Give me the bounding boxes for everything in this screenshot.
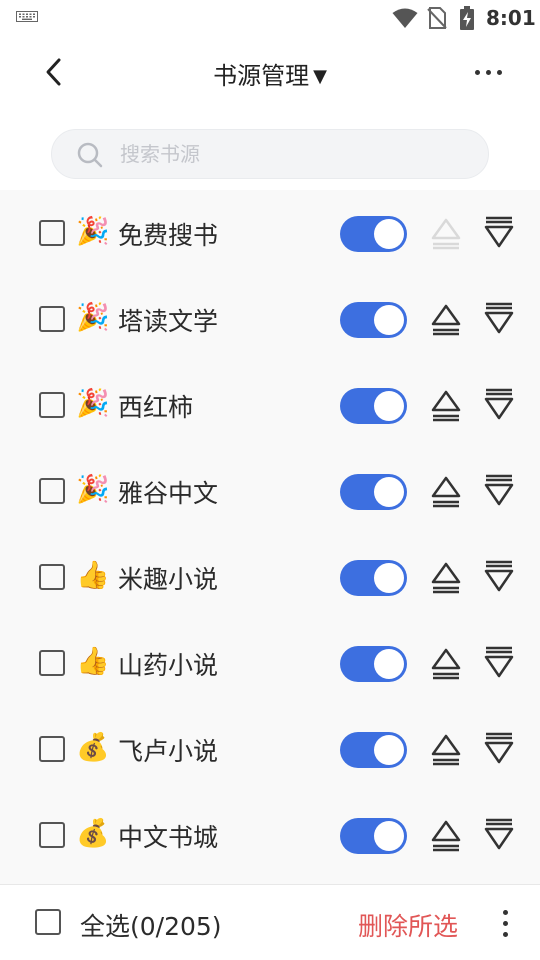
no-sim-icon <box>427 7 447 29</box>
dot-icon <box>474 69 480 75</box>
row-checkbox[interactable] <box>39 736 65 762</box>
row-checkbox[interactable] <box>39 220 65 246</box>
source-row: 💰 中文书城 <box>0 792 540 878</box>
move-top-icon[interactable] <box>430 560 462 594</box>
move-top-icon[interactable] <box>430 302 462 336</box>
move-bottom-icon[interactable] <box>483 646 515 680</box>
row-checkbox[interactable] <box>39 478 65 504</box>
money-bag-icon: 💰 <box>76 732 110 763</box>
move-bottom-icon[interactable] <box>483 302 515 336</box>
move-bottom-icon[interactable] <box>483 732 515 766</box>
move-top-icon[interactable] <box>430 646 462 680</box>
bottom-action-bar: 全选(0/205) 删除所选 <box>0 884 540 960</box>
toggle-knob <box>374 735 404 765</box>
dot-icon <box>485 69 491 75</box>
enable-toggle[interactable] <box>340 560 407 596</box>
caret-down-icon: ▼ <box>313 66 327 87</box>
toggle-knob <box>374 649 404 679</box>
party-popper-icon: 🎉 <box>76 216 110 247</box>
row-checkbox[interactable] <box>39 564 65 590</box>
party-popper-icon: 🎉 <box>76 302 110 333</box>
enable-toggle[interactable] <box>340 646 407 682</box>
overflow-menu-button[interactable] <box>492 905 518 941</box>
move-bottom-icon[interactable] <box>483 474 515 508</box>
enable-toggle[interactable] <box>340 732 407 768</box>
source-row: 👍 米趣小说 <box>0 534 540 620</box>
delete-selected-button[interactable]: 删除所选 <box>358 907 458 943</box>
toggle-knob <box>374 305 404 335</box>
enable-toggle[interactable] <box>340 302 407 338</box>
move-bottom-icon[interactable] <box>483 560 515 594</box>
toggle-knob <box>374 477 404 507</box>
search-box[interactable] <box>51 129 489 179</box>
dot-icon <box>502 909 508 915</box>
search-input[interactable] <box>120 130 460 178</box>
title-dropdown[interactable]: 书源管理 ▼ <box>0 56 540 91</box>
enable-toggle[interactable] <box>340 818 407 854</box>
source-row: 🎉 西红柿 <box>0 362 540 448</box>
toggle-knob <box>374 821 404 851</box>
toggle-knob <box>374 391 404 421</box>
enable-toggle[interactable] <box>340 388 407 424</box>
source-name: 山药小说 <box>118 651 219 680</box>
row-checkbox[interactable] <box>39 306 65 332</box>
source-name: 中文书城 <box>118 823 219 852</box>
search-icon <box>77 142 103 168</box>
move-bottom-icon[interactable] <box>483 388 515 422</box>
battery-charging-icon <box>460 6 474 30</box>
dot-icon <box>502 920 508 926</box>
move-top-icon[interactable] <box>430 474 462 508</box>
enable-toggle[interactable] <box>340 216 407 252</box>
toggle-knob <box>374 219 404 249</box>
move-bottom-icon[interactable] <box>483 216 515 250</box>
move-top-icon[interactable] <box>430 818 462 852</box>
source-row: 👍 山药小说 <box>0 620 540 706</box>
money-bag-icon: 💰 <box>76 818 110 849</box>
dot-icon <box>496 69 502 75</box>
row-checkbox[interactable] <box>39 392 65 418</box>
wifi-icon <box>392 8 418 28</box>
source-name: 飞卢小说 <box>118 737 219 766</box>
party-popper-icon: 🎉 <box>76 474 110 505</box>
keyboard-icon <box>16 11 38 22</box>
toggle-knob <box>374 563 404 593</box>
row-checkbox[interactable] <box>39 822 65 848</box>
source-name: 西红柿 <box>118 393 194 422</box>
row-checkbox[interactable] <box>39 650 65 676</box>
move-top-icon[interactable] <box>430 388 462 422</box>
source-row: 💰 飞卢小说 <box>0 706 540 792</box>
more-options-button[interactable] <box>466 52 510 92</box>
source-name: 米趣小说 <box>118 565 219 594</box>
move-top-icon[interactable] <box>430 732 462 766</box>
status-bar: 8:01 <box>0 0 540 36</box>
source-name: 塔读文学 <box>118 307 219 336</box>
source-name: 雅谷中文 <box>118 479 219 508</box>
clock: 8:01 <box>486 6 536 30</box>
party-popper-icon: 🎉 <box>76 388 110 419</box>
dot-icon <box>502 931 508 937</box>
source-name: 免费搜书 <box>118 221 219 250</box>
enable-toggle[interactable] <box>340 474 407 510</box>
move-bottom-icon[interactable] <box>483 818 515 852</box>
thumbs-up-icon: 👍 <box>76 646 110 677</box>
select-all-checkbox[interactable] <box>35 909 61 935</box>
source-row: 🎉 免费搜书 <box>0 190 540 276</box>
select-all-label[interactable]: 全选(0/205) <box>80 907 222 943</box>
source-row: 🎉 塔读文学 <box>0 276 540 362</box>
app-bar: 书源管理 ▼ <box>0 36 540 108</box>
source-row: 🎉 雅谷中文 <box>0 448 540 534</box>
thumbs-up-icon: 👍 <box>76 560 110 591</box>
page-title: 书源管理 <box>213 62 310 90</box>
move-top-icon[interactable] <box>430 216 462 250</box>
source-list: 🎉 免费搜书 🎉 塔读文学 🎉 西红柿 🎉 雅谷中文 👍 米趣小说 👍 山药小说… <box>0 190 540 884</box>
